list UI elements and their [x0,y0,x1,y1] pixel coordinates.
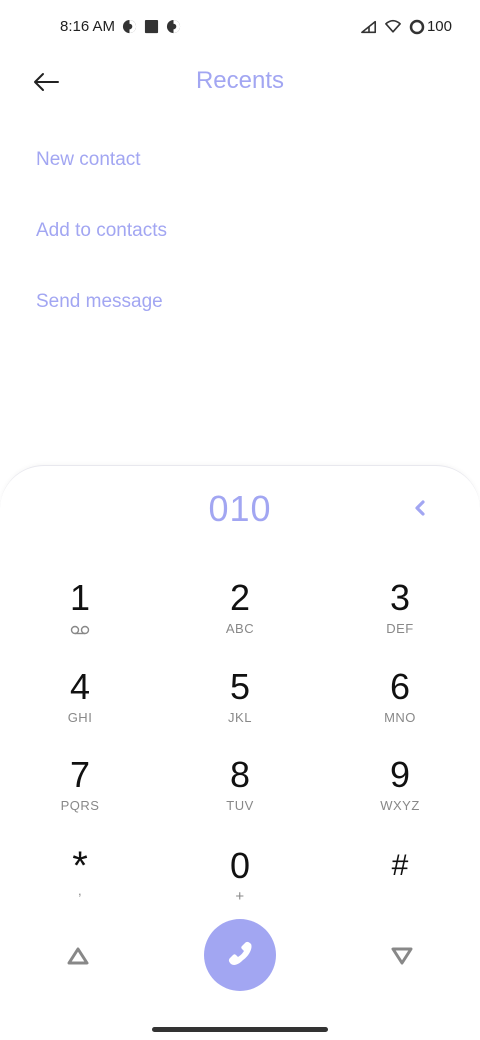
key-6[interactable]: 6 MNO [340,667,460,747]
key-digit: 8 [229,754,251,795]
backspace-button[interactable] [402,490,438,526]
cellular-signal-icon [361,19,377,35]
key-digit: 1 [69,577,91,618]
call-button[interactable] [204,919,276,991]
status-right: 100 [361,18,452,35]
key-digit: 0 [229,845,251,886]
wifi-icon [385,19,401,35]
key-0[interactable]: 0 + [180,846,300,926]
key-letters: PQRS [60,798,100,813]
key-1[interactable]: 1 [20,578,140,658]
status-bar: 8:16 AM 100 [0,0,480,56]
app-notification-icon [121,19,137,35]
square-notification-icon [143,19,159,35]
backspace-chevron-icon [415,500,425,516]
key-5[interactable]: 5 JKL [180,667,300,747]
key-digit: 9 [389,754,411,795]
key-2[interactable]: 2 ABC [180,578,300,658]
send-message-link[interactable]: Send message [36,291,163,313]
key-letters: , [77,883,83,898]
status-time: 8:16 AM [60,18,116,35]
status-left: 8:16 AM [60,18,181,35]
key-star[interactable]: * , [20,846,140,926]
key-digit: 3 [389,577,411,618]
sim2-button[interactable] [378,932,426,980]
key-letters: + [235,888,245,905]
key-8[interactable]: 8 TUV [180,755,300,835]
key-digit: * [72,844,88,888]
key-digit: 7 [69,754,91,795]
battery-level: 100 [426,18,452,35]
header: Recents [0,56,480,108]
home-indicator[interactable] [152,1027,328,1032]
key-digit: 4 [69,666,91,707]
key-hash[interactable]: # [340,846,460,926]
sim-triangle-up-icon [67,947,89,965]
sim-triangle-down-icon [391,947,413,965]
add-to-contacts-link[interactable]: Add to contacts [36,220,167,242]
key-letters: GHI [67,710,93,725]
sim1-button[interactable] [54,932,102,980]
new-contact-link[interactable]: New contact [36,149,141,171]
key-4[interactable]: 4 GHI [20,667,140,747]
key-digit: 5 [229,666,251,707]
key-3[interactable]: 3 DEF [340,578,460,658]
key-letters: JKL [228,710,252,725]
key-7[interactable]: 7 PQRS [20,755,140,835]
app-notification-icon-2 [165,19,181,35]
key-9[interactable]: 9 WXYZ [340,755,460,835]
voicemail-icon [70,624,90,638]
key-digit: 6 [389,666,411,707]
key-letters: ABC [225,621,255,636]
phone-icon [228,941,252,965]
key-letters: WXYZ [380,798,420,813]
key-digit: # [391,849,409,882]
key-letters: TUV [226,798,254,813]
battery-icon [409,19,425,35]
key-digit: 2 [229,577,251,618]
key-letters: DEF [386,621,414,636]
key-letters: MNO [384,710,416,725]
page-title: Recents [195,67,285,94]
